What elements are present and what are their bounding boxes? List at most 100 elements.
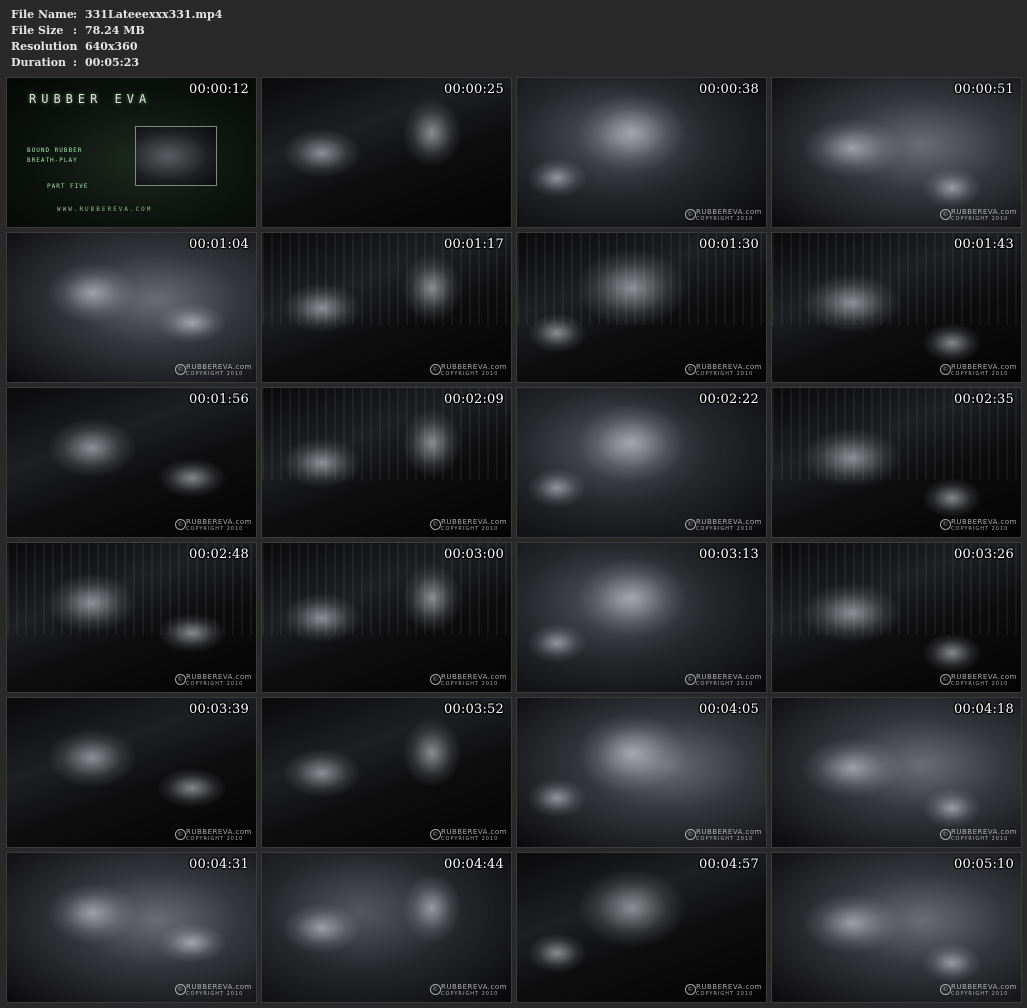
watermark: © RUBBEREVA.com COPYRIGHT 2010 (685, 519, 762, 533)
thumbnail-highlight (157, 923, 227, 963)
thumbnail-highlight (47, 418, 137, 478)
thumbnail-timestamp: 00:01:17 (444, 237, 504, 252)
video-thumbnail: 00:04:31 © RUBBEREVA.com COPYRIGHT 2010 (6, 852, 257, 1003)
thumbnail-highlight (47, 883, 137, 943)
thumbnail-highlight (402, 873, 462, 943)
watermark-copyright: COPYRIGHT 2010 (951, 216, 1009, 222)
thumbnail-highlight (47, 573, 137, 633)
thumbnail-highlight (922, 788, 982, 828)
watermark: © RUBBEREVA.com COPYRIGHT 2010 (685, 363, 762, 378)
thumbnail-timestamp: 00:00:38 (699, 82, 759, 97)
title-card-logo: RUBBER EVA (29, 92, 152, 106)
copyright-icon: © (685, 519, 697, 530)
thumbnail-highlight (527, 468, 587, 508)
watermark-brand: RUBBEREVA.com (186, 673, 252, 681)
watermark-copyright: COPYRIGHT 2010 (951, 681, 1009, 687)
thumbnail-timestamp: 00:01:04 (189, 237, 249, 252)
copyright-icon: © (940, 829, 952, 840)
watermark: © RUBBEREVA.com COPYRIGHT 2010 (430, 674, 507, 688)
watermark-brand: RUBBEREVA.com (696, 363, 762, 371)
watermark-brand: RUBBEREVA.com (951, 518, 1017, 526)
thumbnail-highlight (157, 768, 227, 808)
thumbnail-timestamp: 00:01:43 (954, 237, 1014, 252)
watermark-copyright: COPYRIGHT 2010 (186, 371, 244, 377)
watermark-copyright: COPYRIGHT 2010 (186, 681, 244, 687)
watermark-copyright: COPYRIGHT 2010 (951, 836, 1009, 842)
copyright-icon: © (430, 364, 442, 375)
title-card-url: WWW.RUBBEREVA.COM (57, 206, 153, 213)
copyright-icon: © (175, 364, 187, 375)
thumbnail-highlight (802, 738, 902, 798)
video-thumbnail: 00:00:25 (261, 77, 512, 228)
watermark-brand: RUBBEREVA.com (951, 828, 1017, 836)
thumbnail-timestamp: 00:02:48 (189, 547, 249, 562)
thumbnail-timestamp: 00:00:12 (189, 82, 249, 97)
copyright-icon: © (685, 829, 697, 840)
thumbnail-timestamp: 00:04:31 (189, 857, 249, 872)
thumbnail-highlight (577, 248, 687, 328)
thumbnail-timestamp: 00:03:52 (444, 702, 504, 717)
watermark: © RUBBEREVA.com COPYRIGHT 2010 (940, 518, 1017, 533)
watermark-copyright: COPYRIGHT 2010 (951, 991, 1009, 997)
copyright-icon: © (430, 674, 442, 685)
copyright-icon: © (175, 674, 187, 685)
thumbnail-highlight (527, 778, 587, 818)
video-thumbnail: 00:02:09 © RUBBEREVA.com COPYRIGHT 2010 (261, 387, 512, 538)
watermark-copyright: COPYRIGHT 2010 (441, 526, 499, 532)
copyright-icon: © (940, 984, 952, 995)
thumbnail-highlight (282, 903, 362, 953)
thumbnail-highlight (282, 438, 362, 488)
copyright-icon: © (430, 519, 442, 530)
video-thumbnail: 00:03:39 © RUBBEREVA.com COPYRIGHT 2010 (6, 697, 257, 848)
thumbnail-highlight (922, 943, 982, 983)
video-thumbnail: 00:05:10 © RUBBEREVA.com COPYRIGHT 2010 (771, 852, 1022, 1003)
title-card-subtitle: BOUND RUBBER BREATH-PLAY (27, 146, 82, 166)
watermark-brand: RUBBEREVA.com (186, 518, 252, 526)
watermark: © RUBBEREVA.com COPYRIGHT 2010 (940, 984, 1017, 998)
video-thumbnail: 00:01:56 © RUBBEREVA.com COPYRIGHT 2010 (6, 387, 257, 538)
video-thumbnail: 00:00:38 © RUBBEREVA.com COPYRIGHT 2010 (516, 77, 767, 228)
thumbnail-timestamp: 00:00:25 (444, 82, 504, 97)
watermark: © RUBBEREVA.com COPYRIGHT 2010 (175, 829, 252, 843)
thumbnail-timestamp: 00:03:00 (444, 547, 504, 562)
watermark-copyright: COPYRIGHT 2010 (696, 371, 754, 377)
video-thumbnail: 00:01:30 © RUBBEREVA.com COPYRIGHT 2010 (516, 232, 767, 383)
watermark-copyright: COPYRIGHT 2010 (951, 526, 1009, 532)
thumbnail-highlight (577, 713, 687, 793)
watermark-brand: RUBBEREVA.com (696, 673, 762, 681)
thumbnail-highlight (402, 563, 462, 633)
video-thumbnail: 00:04:18 © RUBBEREVA.com COPYRIGHT 2010 (771, 697, 1022, 848)
thumbnail-timestamp: 00:02:22 (699, 392, 759, 407)
thumbnail-highlight (282, 283, 362, 333)
video-thumbnail: 00:03:00 © RUBBEREVA.com COPYRIGHT 2010 (261, 542, 512, 693)
title-card-subtitle-line: BREATH-PLAY (27, 157, 78, 164)
thumbnail-highlight (47, 263, 137, 323)
video-thumbnail: 00:00:51 © RUBBEREVA.com COPYRIGHT 2010 (771, 77, 1022, 228)
thumbnail-timestamp: 00:02:09 (444, 392, 504, 407)
thumbnail-highlight (282, 128, 362, 178)
watermark-copyright: COPYRIGHT 2010 (186, 991, 244, 997)
thumbnail-highlight (577, 868, 687, 948)
thumbnail-highlight (802, 118, 902, 178)
watermark-brand: RUBBEREVA.com (696, 983, 762, 991)
watermark: © RUBBEREVA.com COPYRIGHT 2010 (430, 363, 507, 378)
watermark: © RUBBEREVA.com COPYRIGHT 2010 (430, 828, 507, 843)
watermark-copyright: COPYRIGHT 2010 (696, 216, 754, 222)
watermark-copyright: COPYRIGHT 2010 (441, 991, 499, 997)
video-thumbnail: 00:02:22 © RUBBEREVA.com COPYRIGHT 2010 (516, 387, 767, 538)
thumbnail-highlight (402, 408, 462, 478)
watermark: © RUBBEREVA.com COPYRIGHT 2010 (175, 673, 252, 688)
watermark-brand: RUBBEREVA.com (441, 828, 507, 836)
watermark-brand: RUBBEREVA.com (441, 363, 507, 371)
watermark: © RUBBEREVA.com COPYRIGHT 2010 (430, 519, 507, 533)
thumbnail-highlight (922, 168, 982, 208)
copyright-icon: © (940, 674, 952, 685)
watermark-brand: RUBBEREVA.com (186, 983, 252, 991)
watermark-brand: RUBBEREVA.com (186, 363, 252, 371)
video-thumbnail: 00:02:48 © RUBBEREVA.com COPYRIGHT 2010 (6, 542, 257, 693)
thumbnail-highlight (282, 748, 362, 798)
thumbnail-timestamp: 00:04:44 (444, 857, 504, 872)
watermark-copyright: COPYRIGHT 2010 (696, 836, 754, 842)
watermark: © RUBBEREVA.com COPYRIGHT 2010 (430, 984, 507, 998)
copyright-icon: © (175, 519, 187, 530)
